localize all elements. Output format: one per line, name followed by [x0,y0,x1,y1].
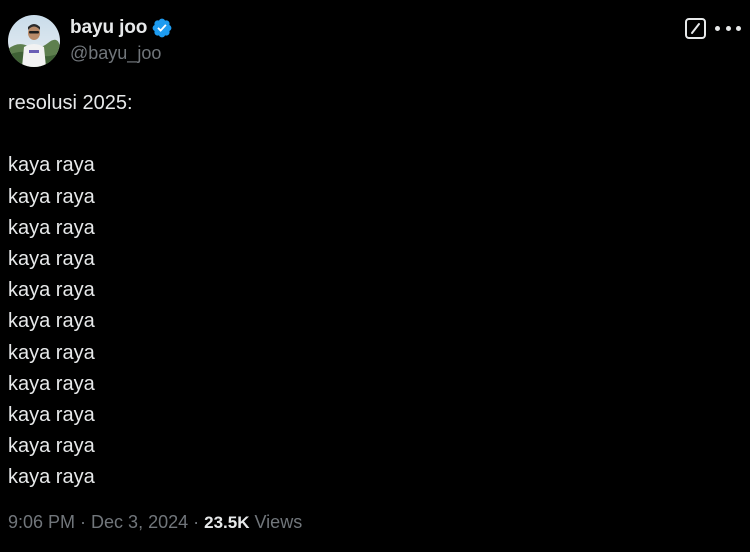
author-name-row: bayu joo [70,15,173,41]
avatar[interactable] [8,15,60,67]
tweet-line: kaya raya [8,216,95,239]
tweet-line: resolusi 2025: [8,92,133,114]
author-handle[interactable]: @bayu_joo [70,43,161,64]
more-dot [736,26,741,31]
verified-badge-icon[interactable] [151,17,173,39]
author-display-name[interactable]: bayu joo [70,17,147,39]
tweet-line: kaya raya [8,435,95,458]
more-dot [715,26,720,31]
tweet-text: resolusi 2025: kaya raya kaya raya kaya … [8,88,728,493]
tweet-line: kaya raya [8,403,95,426]
meta-separator: · [75,512,92,532]
grok-icon[interactable] [684,17,707,40]
tweet: bayu joo @bayu_joo resolusi 2025: kaya r… [0,0,750,552]
meta-separator: · [188,512,205,532]
more-options-icon[interactable] [715,17,741,40]
tweet-line: kaya raya [8,247,95,270]
tweet-meta: 9:06 PM · Dec 3, 2024 · 23.5K Views [8,512,302,533]
tweet-line: kaya raya [8,372,95,395]
tweet-line: kaya raya [8,310,95,333]
tweet-time: 9:06 PM [8,512,76,532]
tweet-time-link[interactable]: 9:06 PM · Dec 3, 2024 [8,512,188,533]
tweet-line: kaya raya [8,279,95,302]
avatar-photo-icon [8,15,60,67]
views-count: 23.5K [204,513,250,532]
tweet-line: kaya raya [8,341,95,364]
tweet-line: kaya raya [8,185,95,208]
views-label: Views [249,512,303,532]
tweet-line: kaya raya [8,466,95,489]
tweet-date: Dec 3, 2024 [91,512,189,532]
more-dot [725,26,731,31]
tweet-line: kaya raya [8,154,95,177]
